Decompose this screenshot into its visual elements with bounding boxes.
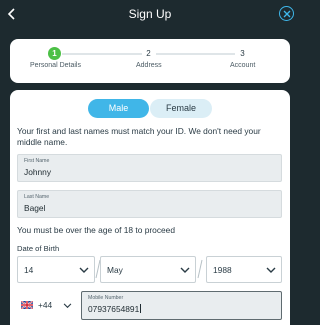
uk-flag-icon [21,301,33,309]
step-1-label: Personal Details [30,62,81,69]
mobile-number-value: 07937654891 [88,304,140,314]
step-connector [62,53,142,55]
step-connector [156,53,235,55]
step-1-indicator: 1 [48,47,61,60]
step-3-label: Account [230,62,256,69]
text-cursor [140,304,142,313]
last-name-field[interactable]: Last Name Bagel [17,190,282,218]
dob-month-select[interactable]: May [100,256,196,283]
last-name-label: Last Name [24,194,50,200]
mobile-number-value-wrap: 07937654891 [88,304,142,314]
step-2-label: Address [136,62,162,69]
dob-label: Date of Birth [17,244,60,253]
dob-day-value: 14 [24,265,34,275]
close-icon[interactable] [279,6,294,21]
chevron-down-icon [79,267,89,273]
first-name-label: First Name [24,158,50,164]
dob-day-select[interactable]: 14 [17,256,95,283]
dob-year-value: 1988 [213,265,232,275]
country-code-select[interactable]: +44 [17,292,74,319]
personal-details-form: Male Female Your first and last names mu… [10,90,290,325]
gender-male-button[interactable]: Male [88,99,149,118]
page-title: Sign Up [128,7,172,21]
step-2-indicator: 2 [142,47,155,60]
chevron-down-icon [180,267,190,273]
step-3-indicator: 3 [236,47,249,60]
name-match-note: Your first and last names must match you… [17,126,261,147]
first-name-field[interactable]: First Name Johnny [17,154,282,182]
gender-female-button[interactable]: Female [150,99,212,118]
dob-month-value: May [107,265,123,275]
mobile-number-label: Mobile Number [88,295,124,301]
age-requirement-note: You must be over the age of 18 to procee… [17,225,175,235]
header-bar: Sign Up [0,0,300,30]
country-dial-code: +44 [38,300,53,310]
first-name-value: Johnny [24,167,52,177]
dob-year-select[interactable]: 1988 [206,256,282,283]
date-separator [197,259,203,279]
chevron-down-icon [266,267,276,273]
last-name-value: Bagel [24,203,46,213]
progress-stepper: 1 2 3 Personal Details Address Account [10,39,290,83]
chevron-down-icon [63,303,72,309]
mobile-number-field[interactable]: Mobile Number 07937654891 [81,291,282,320]
